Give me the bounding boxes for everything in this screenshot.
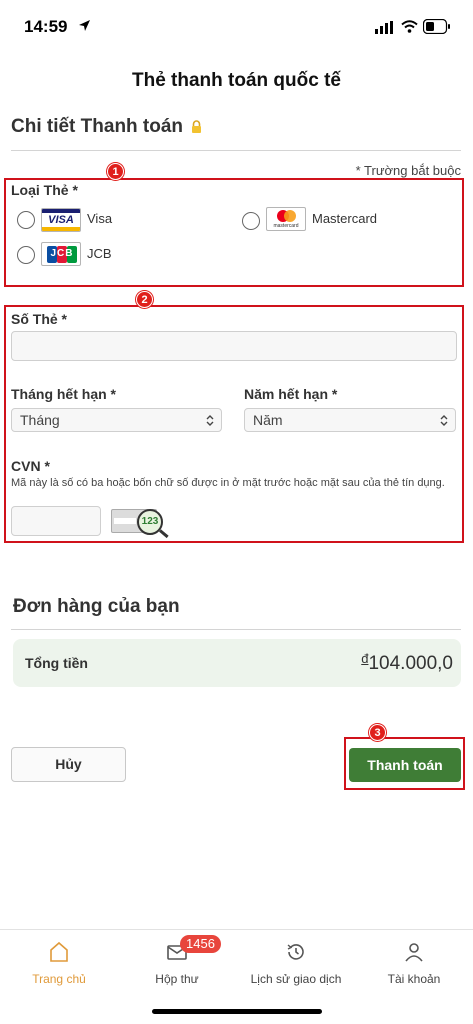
nav-account[interactable]: Tài khoản — [355, 930, 473, 1000]
nav-home-label: Trang chủ — [32, 972, 86, 986]
cvn-card-image: 123 — [111, 507, 171, 539]
select-updown-icon — [440, 415, 448, 426]
cancel-button[interactable]: Hủy — [11, 747, 126, 782]
pay-button[interactable]: Thanh toán — [349, 748, 461, 782]
jcb-logo: JCB — [41, 242, 81, 266]
expiry-year-select[interactable]: Năm — [244, 408, 456, 432]
visa-label: Visa — [87, 211, 113, 226]
total-value: đ104.000,0 — [361, 651, 453, 675]
order-section-title: Đơn hàng của bạn — [13, 596, 180, 617]
history-icon — [287, 944, 304, 960]
total-label: Tổng tiền — [25, 655, 88, 671]
nav-account-label: Tài khoản — [387, 972, 441, 986]
order-divider — [11, 629, 461, 630]
total-amount: 104.000,0 — [368, 653, 453, 674]
mastercard-logo-text: mastercard — [273, 223, 299, 229]
expiry-month-select[interactable]: Tháng — [11, 408, 222, 432]
payment-section-title-text: Chi tiết Thanh toán — [11, 116, 184, 137]
cvn-input[interactable] — [11, 506, 101, 536]
jcb-logo-text: JCB — [50, 248, 74, 259]
cvn-help-text: Mã này là số có ba hoặc bốn chữ số được … — [11, 477, 445, 489]
lock-icon — [192, 120, 202, 134]
mastercard-logo: mastercard — [266, 207, 306, 231]
expiry-month-value: Tháng — [20, 412, 60, 428]
radio-jcb[interactable] — [17, 246, 35, 264]
expiry-year-label: Năm hết hạn * — [244, 386, 338, 402]
cellular-signal-icon — [375, 21, 393, 34]
jcb-label: JCB — [87, 246, 112, 261]
nav-history-label: Lịch sử giao dịch — [250, 972, 342, 986]
radio-mastercard[interactable] — [242, 212, 260, 230]
location-arrow-icon — [79, 20, 90, 31]
status-time: 14:59 — [24, 17, 68, 36]
annotation-badge-2: 2 — [136, 291, 153, 308]
home-indicator — [152, 1009, 322, 1014]
cvn-label: CVN * — [11, 458, 50, 474]
status-bar: 14:59 — [0, 0, 473, 56]
home-icon — [50, 941, 68, 962]
inbox-count-badge: 1456 — [180, 935, 221, 953]
card-number-label: Số Thẻ * — [11, 311, 68, 327]
user-icon — [405, 943, 423, 962]
order-total-box: Tổng tiền đ104.000,0 — [13, 639, 461, 687]
annotation-badge-3: 3 — [369, 724, 386, 741]
wifi-icon — [401, 20, 418, 33]
mastercard-label: Mastercard — [312, 211, 378, 226]
nav-history[interactable]: Lịch sử giao dịch — [237, 930, 355, 1000]
card-number-input[interactable] — [11, 331, 457, 361]
nav-home[interactable]: Trang chủ — [0, 930, 118, 1000]
expiry-month-label: Tháng hết hạn * — [11, 386, 116, 402]
payment-section-title: Chi tiết Thanh toán — [11, 116, 202, 138]
required-note: * Trường bắt buộc — [355, 163, 461, 178]
section-divider — [11, 150, 461, 151]
visa-logo-text: VISA — [48, 214, 74, 226]
battery-icon — [423, 19, 450, 34]
page-title: Thẻ thanh toán quốc tế — [132, 70, 341, 91]
expiry-year-value: Năm — [253, 412, 283, 428]
visa-logo: VISA — [41, 208, 81, 232]
cvn-image-number: 123 — [141, 516, 159, 527]
annotation-badge-1: 1 — [107, 163, 124, 180]
nav-inbox[interactable]: 1456 Hộp thư — [118, 930, 236, 1000]
nav-inbox-label: Hộp thư — [155, 972, 199, 986]
radio-visa[interactable] — [17, 211, 35, 229]
select-updown-icon — [206, 415, 214, 426]
card-type-label: Loại Thẻ * — [11, 182, 78, 198]
